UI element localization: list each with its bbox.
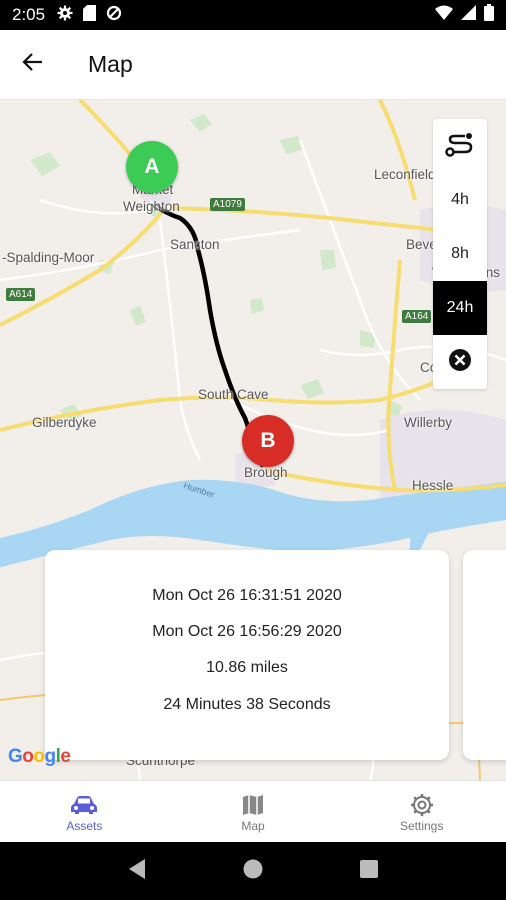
signal-icon [461,5,476,25]
data-saver-icon [106,5,122,26]
route-icon [445,131,475,162]
range-option-24h[interactable]: 24h [433,281,487,335]
map-label: Sancton [170,237,220,252]
road-badge: A614 [6,288,36,301]
trip-end-time: Mon Oct 26 16:56:29 2020 [152,623,342,640]
status-time: 2:05 [12,5,46,24]
map-label: Gilberdyke [32,415,97,430]
status-bar: 2:05 [0,0,506,30]
trip-start-time: Mon Oct 26 16:31:51 2020 [152,587,342,604]
trip-duration: 24 Minutes 38 Seconds [163,696,331,713]
battery-icon [484,4,494,26]
road-badge: A164 [402,310,432,323]
end-marker[interactable]: B [242,415,294,467]
map-label: Brough [244,465,288,480]
nav-item-map[interactable]: Map [169,781,338,842]
wifi-icon [435,5,453,25]
map-label: Leconfield [374,167,436,182]
app-bar: Map [0,30,506,100]
map-label: Hessle [412,478,454,493]
bottom-nav: Assets Map Settings [0,780,506,842]
time-range-control: 4h 8h 24h [433,119,487,389]
close-circle-icon [448,348,472,377]
next-trip-card[interactable] [463,550,506,760]
map-label: Willerby [404,415,453,430]
map-view[interactable]: Market Weighton Sancton -Spalding-Moor L… [0,100,506,780]
back-triangle-icon[interactable] [127,858,147,885]
map-label: Weighton [123,199,180,214]
map-icon [241,791,265,819]
range-option-8h[interactable]: 8h [433,227,487,281]
nav-label-assets: Assets [66,818,103,833]
recents-square-icon[interactable] [359,859,379,884]
page-title: Map [88,51,133,77]
back-button[interactable] [0,30,66,100]
google-logo: Google [8,746,71,767]
start-marker[interactable]: A [126,141,178,193]
range-option-4h[interactable]: 4h [433,173,487,227]
trip-info-card[interactable]: Mon Oct 26 16:31:51 2020 Mon Oct 26 16:5… [45,550,449,760]
nav-item-assets[interactable]: Assets [0,781,169,842]
home-circle-icon[interactable] [242,858,264,885]
gear-icon [57,5,73,26]
nav-label-settings: Settings [400,818,444,833]
map-label: -Spalding-Moor [2,250,95,265]
road-badge: A1079 [210,198,245,211]
nav-label-map: Map [241,818,265,833]
car-icon [70,791,98,819]
system-nav-bar [0,842,506,900]
clear-route-button[interactable] [433,335,487,389]
nav-item-settings[interactable]: Settings [337,781,506,842]
route-button[interactable] [433,119,487,173]
arrow-left-icon [21,50,45,79]
sd-card-icon [83,4,97,26]
gear-icon [410,791,434,819]
map-label: South Cave [198,387,269,402]
trip-distance: 10.86 miles [206,659,288,676]
